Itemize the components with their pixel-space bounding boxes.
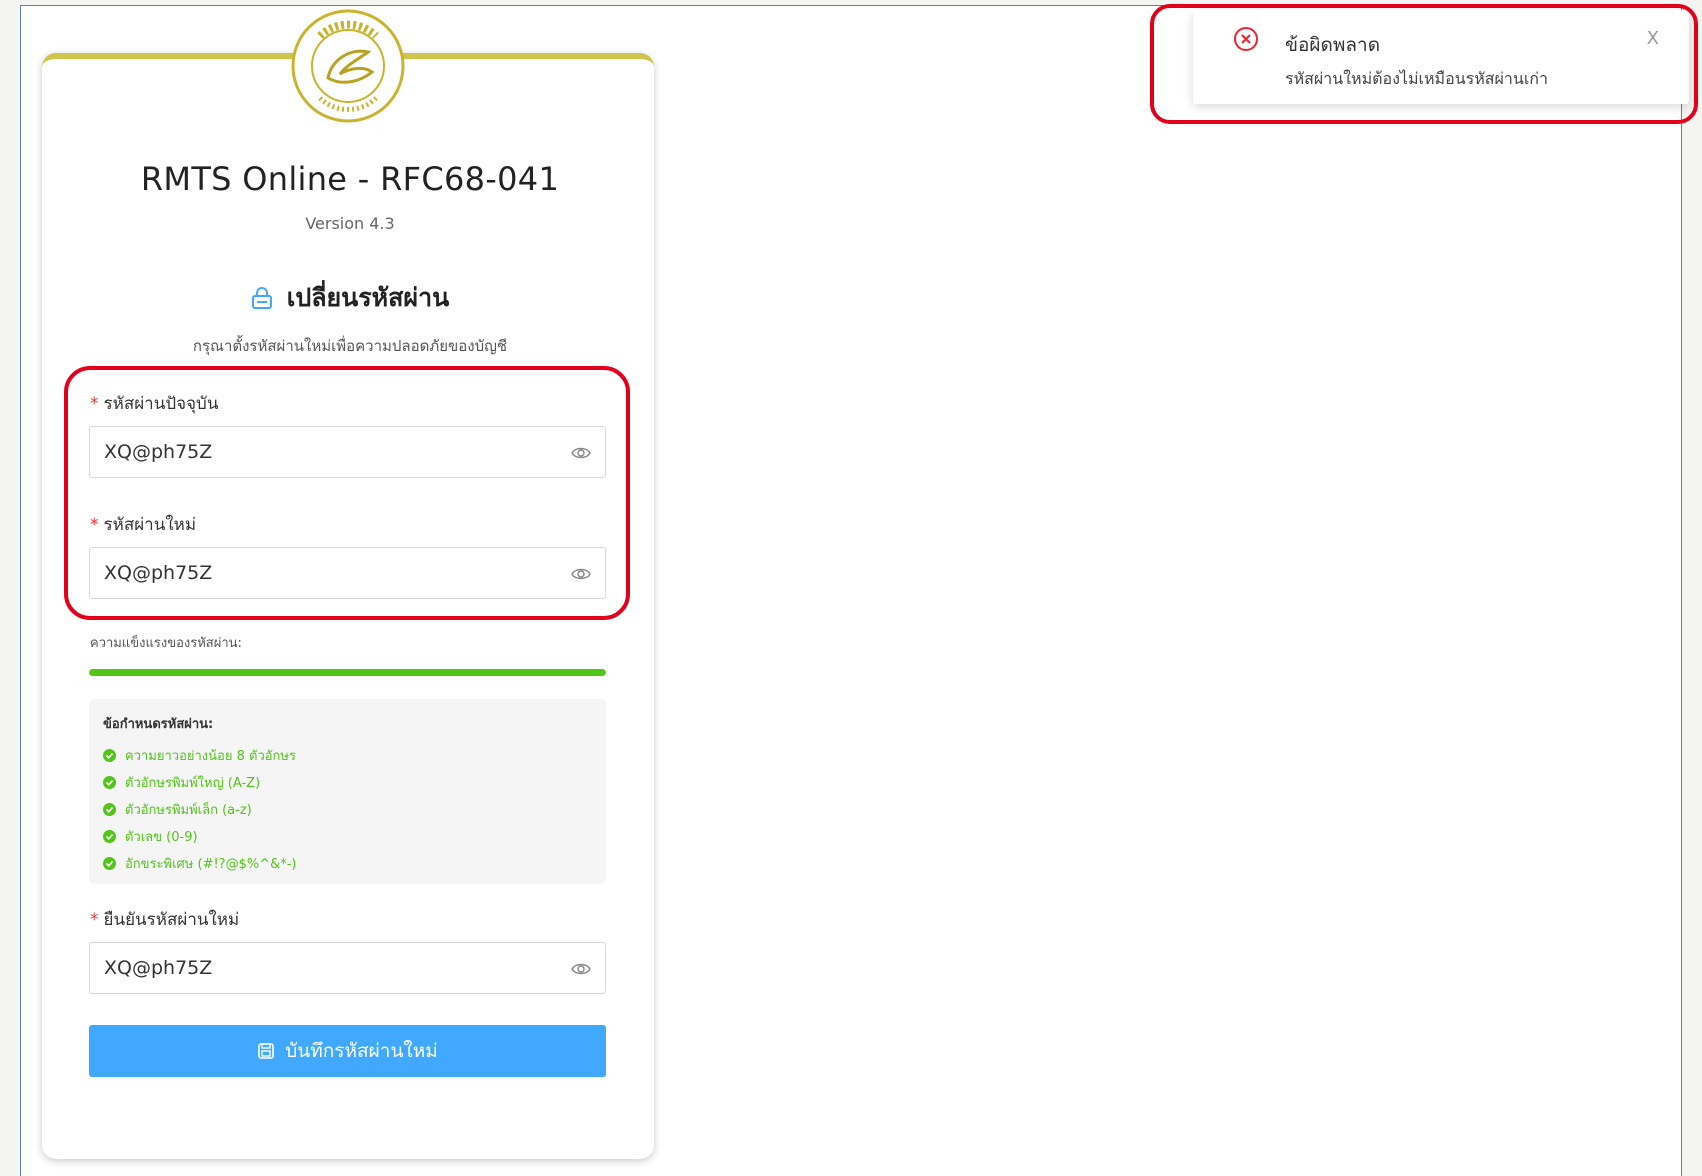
save-button-label: บันทึกรหัสผ่านใหม่ [285, 1040, 438, 1062]
app-version: Version 4.3 [305, 214, 395, 233]
check-circle-icon [103, 776, 116, 789]
investor-club-logo [291, 9, 405, 123]
requirements-title: ข้อกำหนดรหัสผ่าน: [103, 717, 214, 732]
password-strength-bar [89, 669, 606, 676]
requirement-item: ความยาวอย่างน้อย 8 ตัวอักษร [103, 742, 592, 769]
form-subtitle: กรุณาตั้งรหัสผ่านใหม่เพื่อความปลอดภัยของ… [192, 337, 508, 355]
requirement-text: ตัวอักษรพิมพ์เล็ก (a-z) [125, 803, 252, 818]
requirement-item: ตัวเลข (0-9) [103, 823, 592, 850]
annotation-toast [1150, 4, 1698, 124]
confirm-password-label: * ยืนยันรหัสผ่านใหม่ [90, 906, 239, 933]
required-mark: * [90, 910, 99, 930]
requirement-text: อักขระพิเศษ (#!?@$%^&*-) [125, 857, 297, 872]
requirement-item: ตัวอักษรพิมพ์เล็ก (a-z) [103, 796, 592, 823]
check-circle-icon [103, 857, 116, 870]
confirm-password-label-text: ยืนยันรหัสผ่านใหม่ [103, 910, 240, 930]
check-circle-icon [103, 803, 116, 816]
requirement-item: อักขระพิเศษ (#!?@$%^&*-) [103, 850, 592, 877]
check-circle-icon [103, 830, 116, 843]
form-heading-text: เปลี่ยนรหัสผ่าน [286, 283, 450, 312]
lock-icon [251, 287, 272, 309]
password-strength-fill [89, 669, 606, 676]
requirement-item: ตัวอักษรพิมพ์ใหญ่ (A-Z) [103, 769, 592, 796]
eye-icon[interactable] [571, 960, 591, 978]
requirement-text: ตัวอักษรพิมพ์ใหญ่ (A-Z) [125, 776, 261, 791]
form-heading: เปลี่ยนรหัสผ่าน [0, 278, 700, 318]
annotation-password-fields [64, 366, 630, 620]
requirement-text: ตัวเลข (0-9) [125, 830, 198, 845]
password-requirements: ข้อกำหนดรหัสผ่าน: ความยาวอย่างน้อย 8 ตัว… [89, 699, 606, 884]
confirm-password-input[interactable] [104, 957, 544, 979]
check-circle-icon [103, 749, 116, 762]
requirement-text: ความยาวอย่างน้อย 8 ตัวอักษร [125, 749, 296, 764]
save-icon [258, 1043, 275, 1059]
save-password-button[interactable]: บันทึกรหัสผ่านใหม่ [89, 1025, 606, 1077]
password-strength-label: ความแข็งแรงของรหัสผ่าน: [90, 636, 242, 651]
confirm-password-field[interactable] [89, 942, 606, 994]
app-title: RMTS Online - RFC68-041 [140, 160, 560, 198]
